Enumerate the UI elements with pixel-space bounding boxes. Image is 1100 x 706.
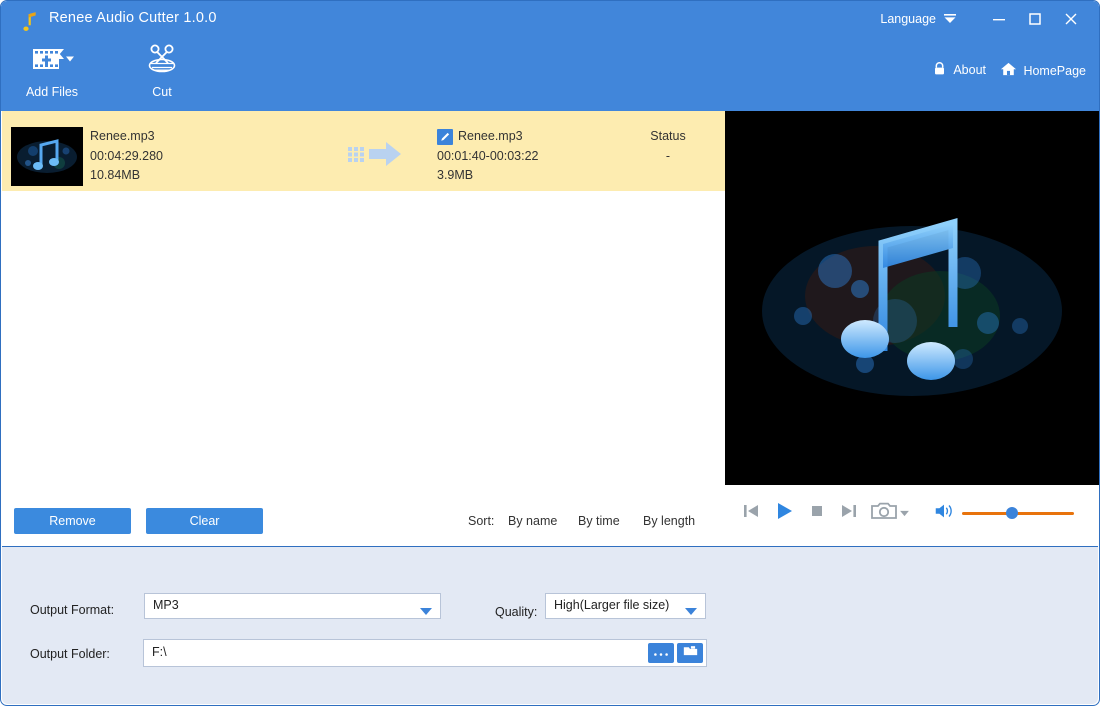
source-duration: 00:04:29.280: [90, 148, 163, 163]
source-file-info: Renee.mp3 00:04:29.280 10.84MB: [90, 127, 163, 186]
output-format-value: MP3: [153, 598, 179, 612]
chevron-down-icon: [420, 603, 432, 615]
pencil-edit-icon[interactable]: [437, 128, 453, 145]
list-toolbar: Remove Clear Sort: By name By time By le…: [2, 495, 725, 546]
home-icon: [1000, 61, 1017, 80]
cut-label: Cut: [152, 85, 172, 99]
output-folder-value: F:\: [152, 645, 167, 659]
title-bar: Renee Audio Cutter 1.0.0 Language Add Fi…: [1, 1, 1099, 111]
app-window: Renee Audio Cutter 1.0.0 Language Add Fi…: [0, 0, 1100, 706]
status-header: Status: [650, 129, 686, 143]
source-file-name: Renee.mp3: [90, 129, 155, 143]
close-button[interactable]: [1057, 9, 1085, 33]
about-label: About: [953, 63, 986, 77]
language-selector[interactable]: Language: [880, 12, 957, 26]
next-track-icon: [838, 500, 860, 527]
quality-select[interactable]: High(Larger file size): [545, 593, 706, 619]
volume-slider[interactable]: [962, 507, 1074, 519]
output-folder-field[interactable]: F:\: [143, 639, 707, 667]
next-track-button[interactable]: [835, 499, 863, 527]
browse-dots-button[interactable]: [648, 643, 674, 663]
volume-button[interactable]: [931, 499, 957, 527]
album-artwork: [725, 111, 1099, 485]
app-icon: [17, 9, 41, 33]
status-column: Status -: [622, 127, 714, 166]
output-size: 3.9MB: [437, 168, 474, 182]
window-title: Renee Audio Cutter 1.0.0: [49, 10, 217, 26]
quality-value: High(Larger file size): [554, 598, 670, 612]
output-time-range: 00:01:40-00:03:22: [437, 148, 539, 163]
output-format-label: Output Format:: [30, 603, 115, 617]
status-badge: -: [665, 148, 671, 163]
sort-label: Sort:: [468, 514, 495, 528]
ellipsis-icon: [653, 644, 669, 662]
remove-button[interactable]: Remove: [14, 508, 131, 534]
snapshot-button[interactable]: [868, 499, 910, 527]
clear-button[interactable]: Clear: [146, 508, 263, 534]
sort-by-time[interactable]: By time: [578, 514, 620, 528]
minimize-icon: [991, 11, 1007, 32]
sort-by-name[interactable]: By name: [508, 514, 557, 528]
output-file-info: Renee.mp3 00:01:40-00:03:22 3.9MB: [437, 127, 538, 186]
camera-icon: [870, 500, 900, 527]
chevron-down-icon: [899, 504, 909, 522]
volume-track: [962, 512, 1074, 515]
previous-track-button[interactable]: [737, 499, 765, 527]
preview-panel[interactable]: [725, 111, 1099, 485]
open-folder-button[interactable]: [677, 643, 703, 663]
play-icon: [773, 500, 795, 527]
chevron-down-icon: [685, 603, 697, 615]
settings-panel: Output Format: MP3 Quality: High(Larger …: [2, 546, 1098, 704]
volume-knob[interactable]: [1006, 507, 1018, 519]
add-files-icon: [6, 41, 98, 77]
stop-button[interactable]: [803, 499, 831, 527]
output-file-name: Renee.mp3: [458, 129, 523, 143]
minimize-button[interactable]: [985, 9, 1013, 33]
maximize-icon: [1027, 11, 1043, 32]
convert-arrow-icon: [348, 139, 416, 174]
stop-icon: [806, 500, 828, 527]
sort-by-length[interactable]: By length: [643, 514, 695, 528]
cut-button[interactable]: Cut: [116, 41, 208, 99]
add-files-label: Add Files: [25, 85, 79, 99]
close-icon: [1063, 11, 1079, 32]
scissors-icon: [116, 41, 208, 77]
lock-icon: [932, 61, 947, 79]
player-controls: [725, 485, 1099, 546]
quality-label: Quality:: [495, 605, 538, 619]
about-link[interactable]: About: [932, 61, 986, 79]
previous-track-icon: [740, 500, 762, 527]
table-row[interactable]: Renee.mp3 00:04:29.280 10.84MB Renee.mp3…: [2, 111, 725, 191]
file-list: Renee.mp3 00:04:29.280 10.84MB Renee.mp3…: [2, 111, 725, 495]
volume-icon: [933, 500, 955, 527]
homepage-label: HomePage: [1023, 63, 1086, 78]
maximize-button[interactable]: [1021, 9, 1049, 33]
play-button[interactable]: [770, 499, 798, 527]
folder-open-icon: [683, 644, 698, 662]
output-folder-label: Output Folder:: [30, 647, 110, 661]
add-files-button[interactable]: Add Files: [6, 41, 98, 99]
file-thumbnail: [11, 127, 83, 186]
source-size: 10.84MB: [90, 168, 141, 182]
homepage-link[interactable]: HomePage: [1000, 61, 1086, 80]
language-label: Language: [880, 12, 936, 26]
output-format-select[interactable]: MP3: [144, 593, 441, 619]
chevron-down-icon: [943, 13, 957, 25]
